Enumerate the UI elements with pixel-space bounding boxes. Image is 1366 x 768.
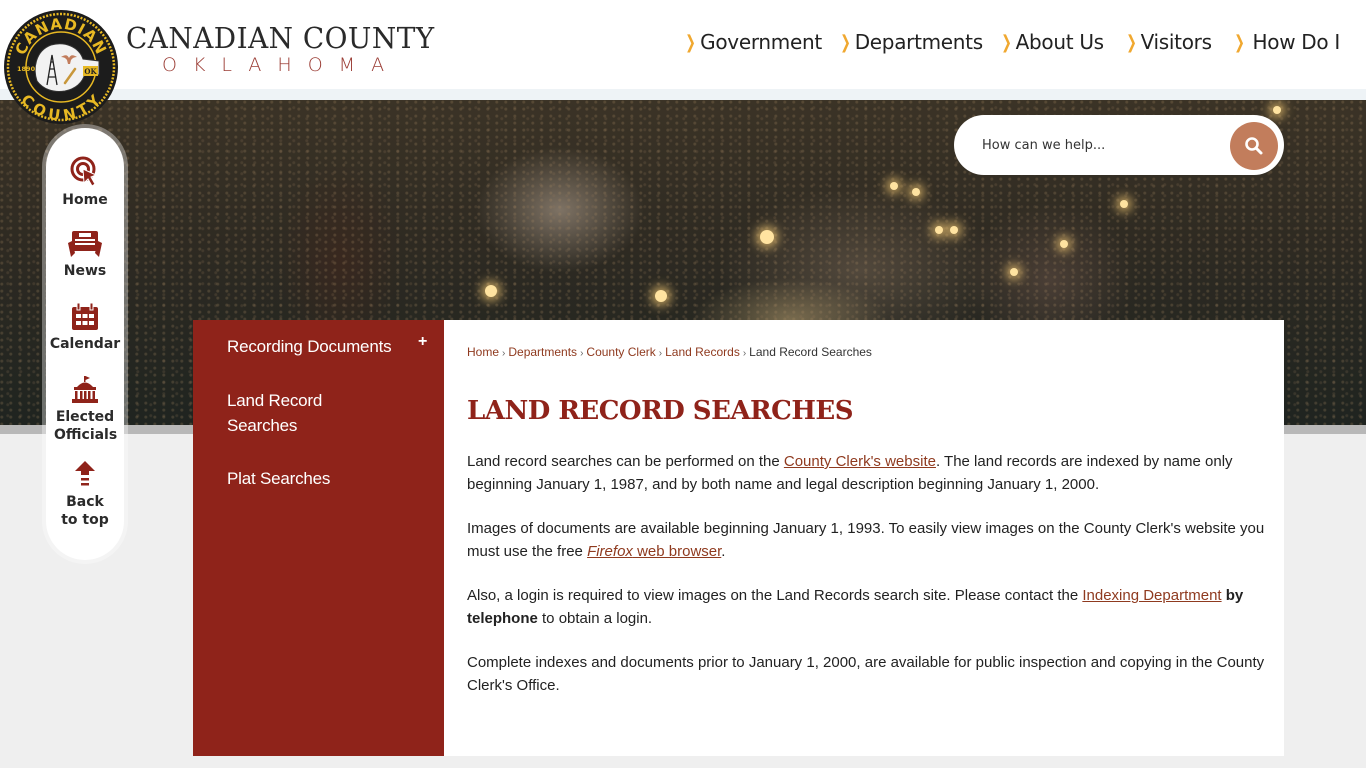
- search-button[interactable]: [1230, 122, 1278, 170]
- breadcrumb-departments[interactable]: Departments: [508, 345, 577, 359]
- sidenav-item-land-record-searches[interactable]: Land Record Searches: [227, 388, 357, 438]
- paragraph-images-info: Images of documents are available beginn…: [467, 517, 1267, 563]
- firefox-browser-link[interactable]: Firefox web browser: [587, 543, 721, 560]
- breadcrumb-separator: ›: [580, 348, 584, 359]
- sparkler-light: [655, 290, 667, 302]
- newspaper-icon: [68, 231, 102, 257]
- quicklink-label: Back to top: [61, 494, 109, 528]
- quicklink-home[interactable]: Home: [46, 156, 124, 209]
- candle-light: [950, 226, 958, 234]
- nav-about-us[interactable]: ❯ About Us: [999, 30, 1104, 54]
- nav-label: Government: [700, 30, 822, 54]
- string-light: [1273, 106, 1281, 114]
- sidenav-label: Plat Searches: [227, 469, 331, 488]
- breadcrumb-separator: ›: [502, 348, 506, 359]
- search-icon: [1245, 137, 1263, 155]
- candle-light: [912, 188, 920, 196]
- calendar-icon: [72, 302, 98, 330]
- svg-text:1890: 1890: [17, 65, 36, 73]
- sidenav-item-plat-searches[interactable]: Plat Searches: [227, 466, 427, 491]
- main-nav: ❯ Government ❯ Departments ❯ About Us ❯ …: [667, 30, 1341, 54]
- quicklink-back-to-top[interactable]: Back to top: [46, 460, 124, 529]
- site-header: CANADIAN COUNTY OKLAHOMA ❯ Government ❯ …: [0, 0, 1366, 100]
- sparkler-light: [760, 230, 774, 244]
- breadcrumb-county-clerk[interactable]: County Clerk: [586, 345, 655, 359]
- sidenav-item-recording-documents[interactable]: Recording Documents: [227, 334, 427, 359]
- sidenav-label: Recording Documents: [227, 337, 392, 356]
- quicklink-label: Calendar: [49, 336, 121, 352]
- wordmark-county: CANADIAN COUNTY: [126, 21, 435, 55]
- breadcrumb-land-records[interactable]: Land Records: [665, 345, 740, 359]
- nav-departments[interactable]: ❯ Departments: [838, 30, 983, 54]
- link-text-italic: Firefox: [587, 543, 633, 560]
- quicklink-elected-officials[interactable]: Elected Officials: [46, 375, 124, 444]
- pointer-click-icon: [70, 156, 98, 187]
- sidenav-label: Land Record Searches: [227, 391, 323, 435]
- chevron-right-icon: ❯: [1126, 31, 1137, 53]
- site-search: [954, 115, 1284, 175]
- section-side-nav: Recording Documents + Land Record Search…: [193, 320, 444, 756]
- chevron-right-icon: ❯: [1001, 31, 1012, 53]
- svg-text:OK: OK: [84, 67, 97, 76]
- candle-light: [935, 226, 943, 234]
- quicklink-label: Home: [62, 192, 108, 208]
- quicklink-news[interactable]: News: [46, 229, 124, 280]
- page-title: LAND RECORD SEARCHES: [467, 396, 854, 426]
- nav-visitors[interactable]: ❯ Visitors: [1124, 30, 1212, 54]
- indexing-department-link[interactable]: Indexing Department: [1082, 587, 1221, 604]
- county-clerk-website-link[interactable]: County Clerk's website: [784, 453, 936, 470]
- nav-how-do-i[interactable]: ❯ How Do I: [1232, 30, 1340, 54]
- quicklink-label: Elected Officials: [54, 409, 118, 443]
- string-light: [1060, 240, 1068, 248]
- site-wordmark[interactable]: CANADIAN COUNTY OKLAHOMA: [126, 22, 466, 76]
- chevron-right-icon: ❯: [840, 31, 851, 53]
- breadcrumb: Home › Departments › County Clerk › Land Recor…: [467, 345, 872, 359]
- nav-label: How Do I: [1252, 30, 1341, 54]
- string-light: [1120, 200, 1128, 208]
- text: Also, a login is required to view images…: [467, 587, 1083, 604]
- text: to obtain a login.: [537, 610, 653, 627]
- nav-label: About Us: [1015, 30, 1104, 54]
- breadcrumb-current: Land Record Searches: [749, 345, 872, 359]
- link-text: web browser: [632, 543, 722, 560]
- breadcrumb-separator: ›: [742, 348, 747, 359]
- capitol-building-icon: [72, 376, 98, 403]
- chevron-right-icon: ❯: [685, 31, 697, 53]
- sparkler-light: [485, 285, 497, 297]
- quicklink-label: News: [63, 263, 107, 279]
- text: Land record searches can be performed on…: [467, 453, 784, 470]
- quicklink-calendar[interactable]: Calendar: [46, 302, 124, 353]
- arrow-up-icon: [75, 461, 95, 486]
- page-body: Land record searches can be performed on…: [467, 450, 1267, 718]
- candle-light: [890, 182, 898, 190]
- county-seal-logo[interactable]: CANADIAN COUNTY OK 1890: [3, 9, 119, 125]
- nav-government[interactable]: ❯ Government: [683, 30, 823, 54]
- nav-label: Visitors: [1140, 30, 1212, 54]
- main-content: Home › Departments › County Clerk › Land Recor…: [444, 320, 1284, 756]
- paragraph-public-inspection: Complete indexes and documents prior to …: [467, 654, 1265, 694]
- text: .: [721, 543, 726, 560]
- paragraph-search-info: Land record searches can be performed on…: [467, 450, 1267, 496]
- string-light: [1010, 268, 1018, 276]
- plus-icon[interactable]: +: [418, 333, 427, 351]
- paragraph-login-info: Also, a login is required to view images…: [467, 584, 1267, 630]
- header-strip: [0, 89, 1366, 100]
- breadcrumb-separator: ›: [658, 348, 663, 359]
- wordmark-state: OKLAHOMA: [162, 54, 401, 76]
- breadcrumb-home[interactable]: Home: [467, 345, 499, 359]
- county-seal-icon: CANADIAN COUNTY OK 1890: [4, 10, 118, 125]
- chevron-right-icon: ❯: [1233, 31, 1245, 53]
- search-input[interactable]: [982, 137, 1222, 153]
- quick-links-bar: Home News Calendar Elected Officials Bac…: [46, 128, 124, 560]
- nav-label: Departments: [854, 30, 983, 54]
